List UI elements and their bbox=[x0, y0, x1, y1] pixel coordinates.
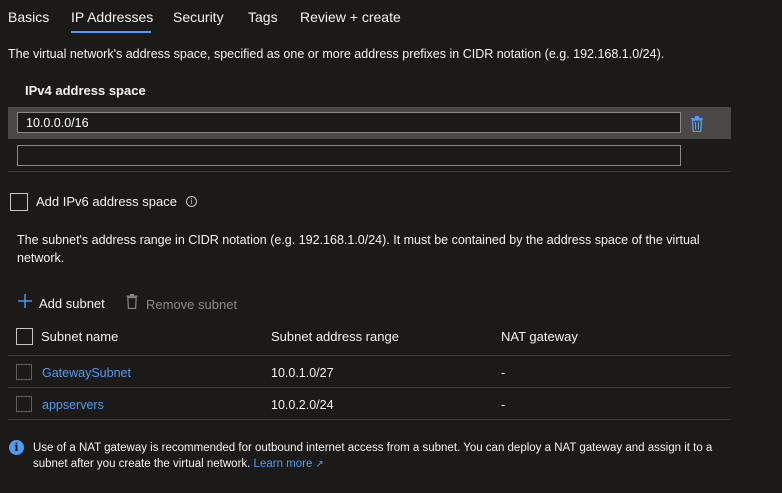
subnet-address-range: 10.0.1.0/27 bbox=[271, 366, 334, 380]
tab-ip-addresses[interactable]: IP Addresses bbox=[71, 9, 153, 25]
nat-gateway-note-text: Use of a NAT gateway is recommended for … bbox=[33, 442, 713, 470]
subnet-address-range: 10.0.2.0/24 bbox=[271, 398, 334, 412]
tab-bar: Basics IP Addresses Security Tags Review… bbox=[0, 0, 782, 34]
add-subnet-button[interactable]: Add subnet bbox=[17, 294, 105, 311]
ipv4-address-input-1[interactable] bbox=[17, 112, 681, 133]
remove-subnet-button[interactable]: Remove subnet bbox=[124, 294, 237, 312]
subnet-description: The subnet's address range in CIDR notat… bbox=[17, 233, 700, 265]
subnet-name-link[interactable]: GatewaySubnet bbox=[42, 366, 131, 380]
table-header-divider bbox=[8, 355, 731, 356]
table-row-divider bbox=[8, 387, 731, 388]
tab-tags[interactable]: Tags bbox=[248, 9, 278, 25]
external-link-icon: ↗ bbox=[315, 459, 324, 470]
column-header-nat-gateway: NAT gateway bbox=[501, 329, 578, 344]
nat-gateway-note: Use of a NAT gateway is recommended for … bbox=[33, 440, 733, 473]
column-header-subnet-name: Subnet name bbox=[41, 329, 119, 344]
delete-icon[interactable] bbox=[690, 116, 704, 132]
subnet-nat-gateway: - bbox=[501, 366, 506, 380]
select-all-checkbox[interactable] bbox=[16, 328, 33, 345]
info-icon[interactable]: i bbox=[186, 196, 197, 207]
remove-subnet-label: Remove subnet bbox=[146, 297, 238, 312]
learn-more-link[interactable]: Learn more bbox=[254, 458, 313, 470]
tab-review-create[interactable]: Review + create bbox=[300, 9, 401, 25]
delete-icon bbox=[124, 294, 140, 312]
row-checkbox[interactable] bbox=[16, 396, 32, 412]
add-subnet-label: Add subnet bbox=[39, 296, 105, 311]
ipv6-checkbox-label: Add IPv6 address space bbox=[36, 194, 177, 209]
table-row-divider bbox=[8, 419, 731, 420]
ipv4-address-input-2[interactable] bbox=[17, 145, 681, 166]
plus-icon bbox=[17, 294, 33, 311]
ipv4-section-label: IPv4 address space bbox=[25, 83, 146, 98]
tab-basics[interactable]: Basics bbox=[8, 9, 49, 25]
subnet-nat-gateway: - bbox=[501, 398, 506, 412]
subnet-name-link[interactable]: appservers bbox=[42, 398, 104, 412]
address-space-description: The virtual network's address space, spe… bbox=[8, 47, 665, 61]
address-list-divider bbox=[8, 171, 731, 172]
tab-security[interactable]: Security bbox=[173, 9, 224, 25]
active-tab-indicator bbox=[71, 31, 151, 33]
info-icon: i bbox=[9, 440, 24, 455]
ipv6-checkbox[interactable] bbox=[10, 193, 28, 211]
column-header-address-range: Subnet address range bbox=[271, 329, 399, 344]
row-checkbox[interactable] bbox=[16, 364, 32, 380]
